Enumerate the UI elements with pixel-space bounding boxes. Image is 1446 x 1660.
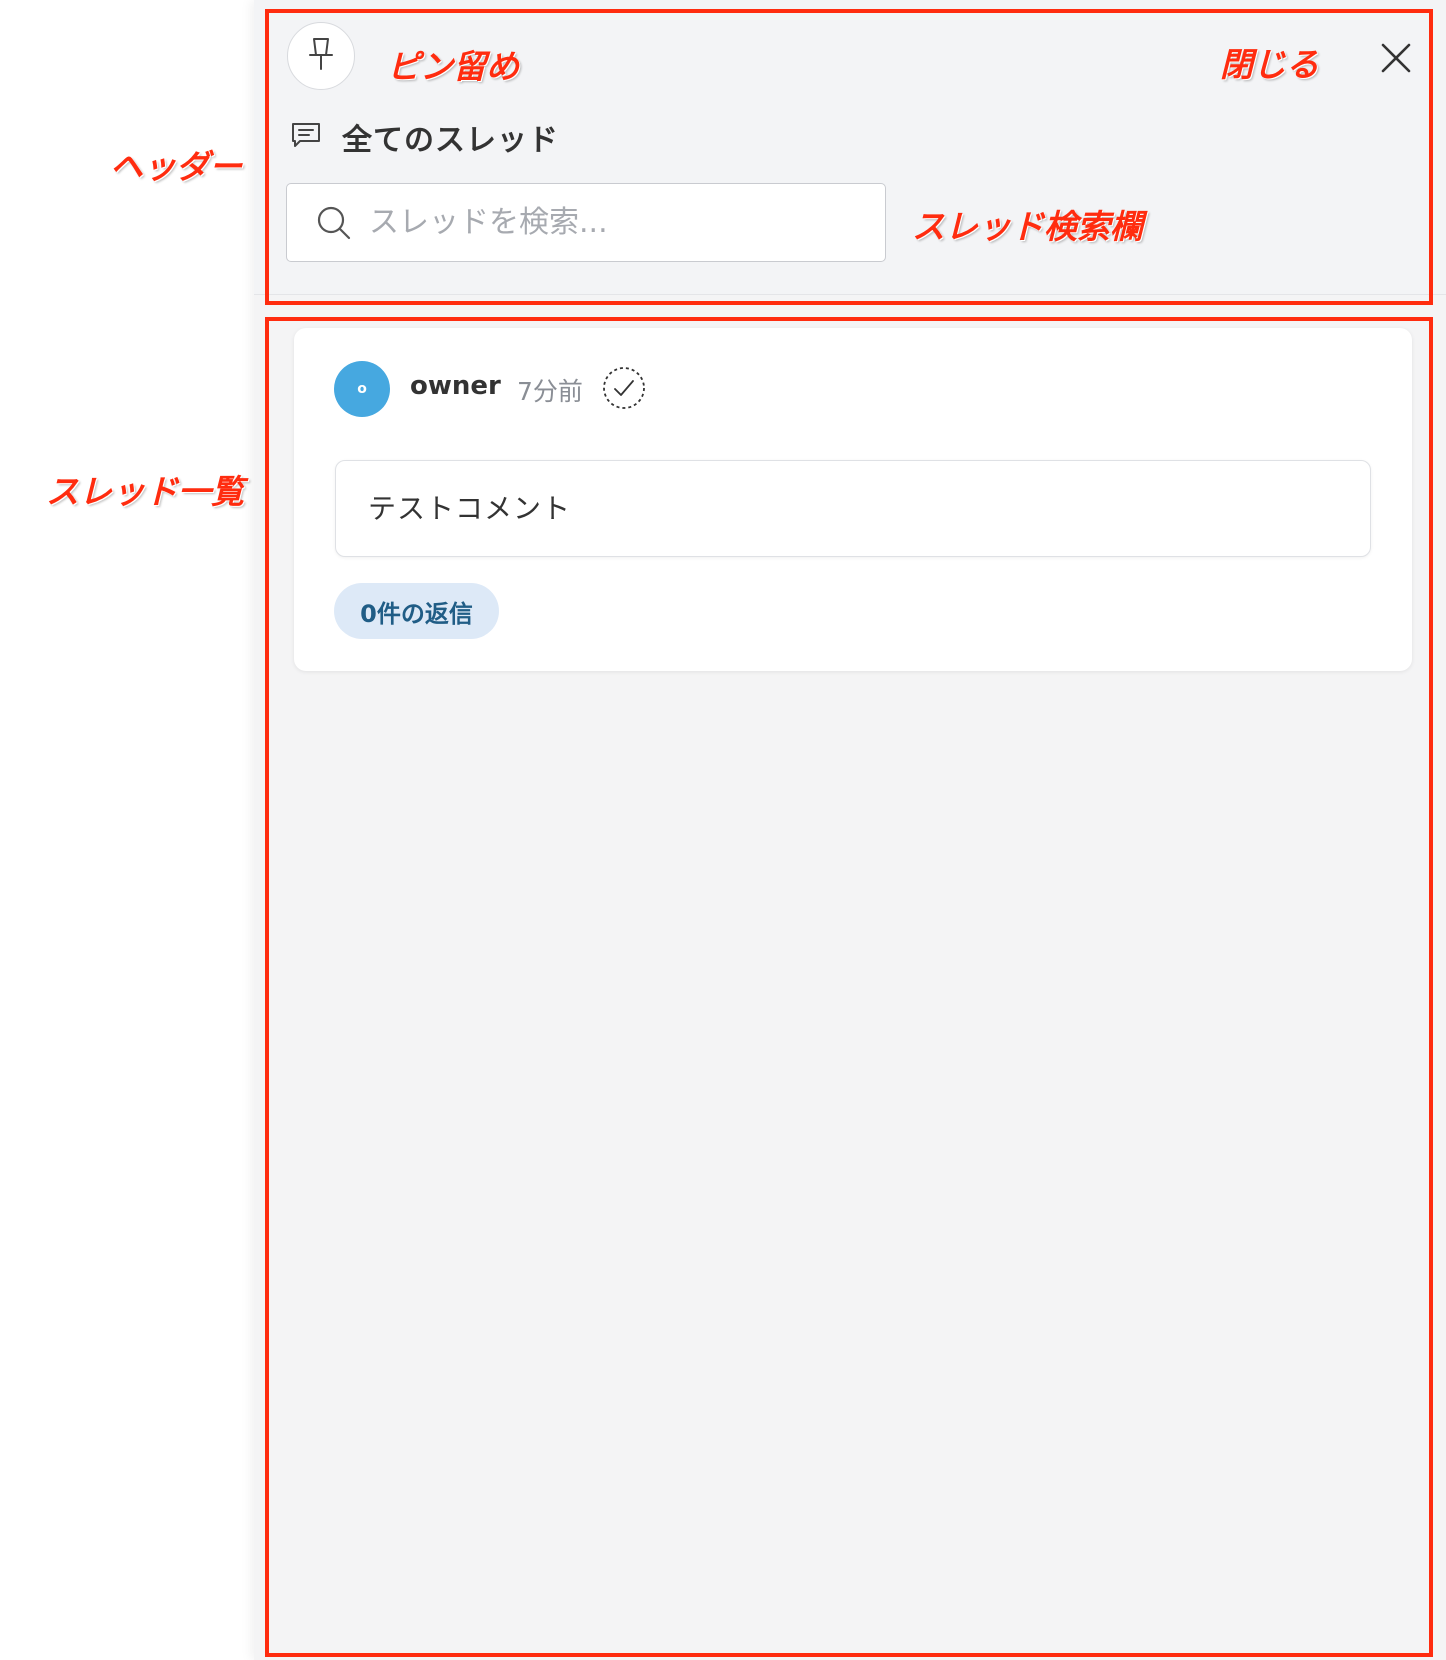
annotation-thread-list: スレッド一覧 xyxy=(46,472,244,511)
annotation-pin: ピン留め xyxy=(387,47,519,86)
annotation-close: 閉じる xyxy=(1220,45,1319,84)
annotation-search: スレッド検索欄 xyxy=(912,207,1143,246)
annotation-header: ヘッダー xyxy=(110,147,242,186)
annotation-frame-thread-list xyxy=(265,317,1433,1657)
